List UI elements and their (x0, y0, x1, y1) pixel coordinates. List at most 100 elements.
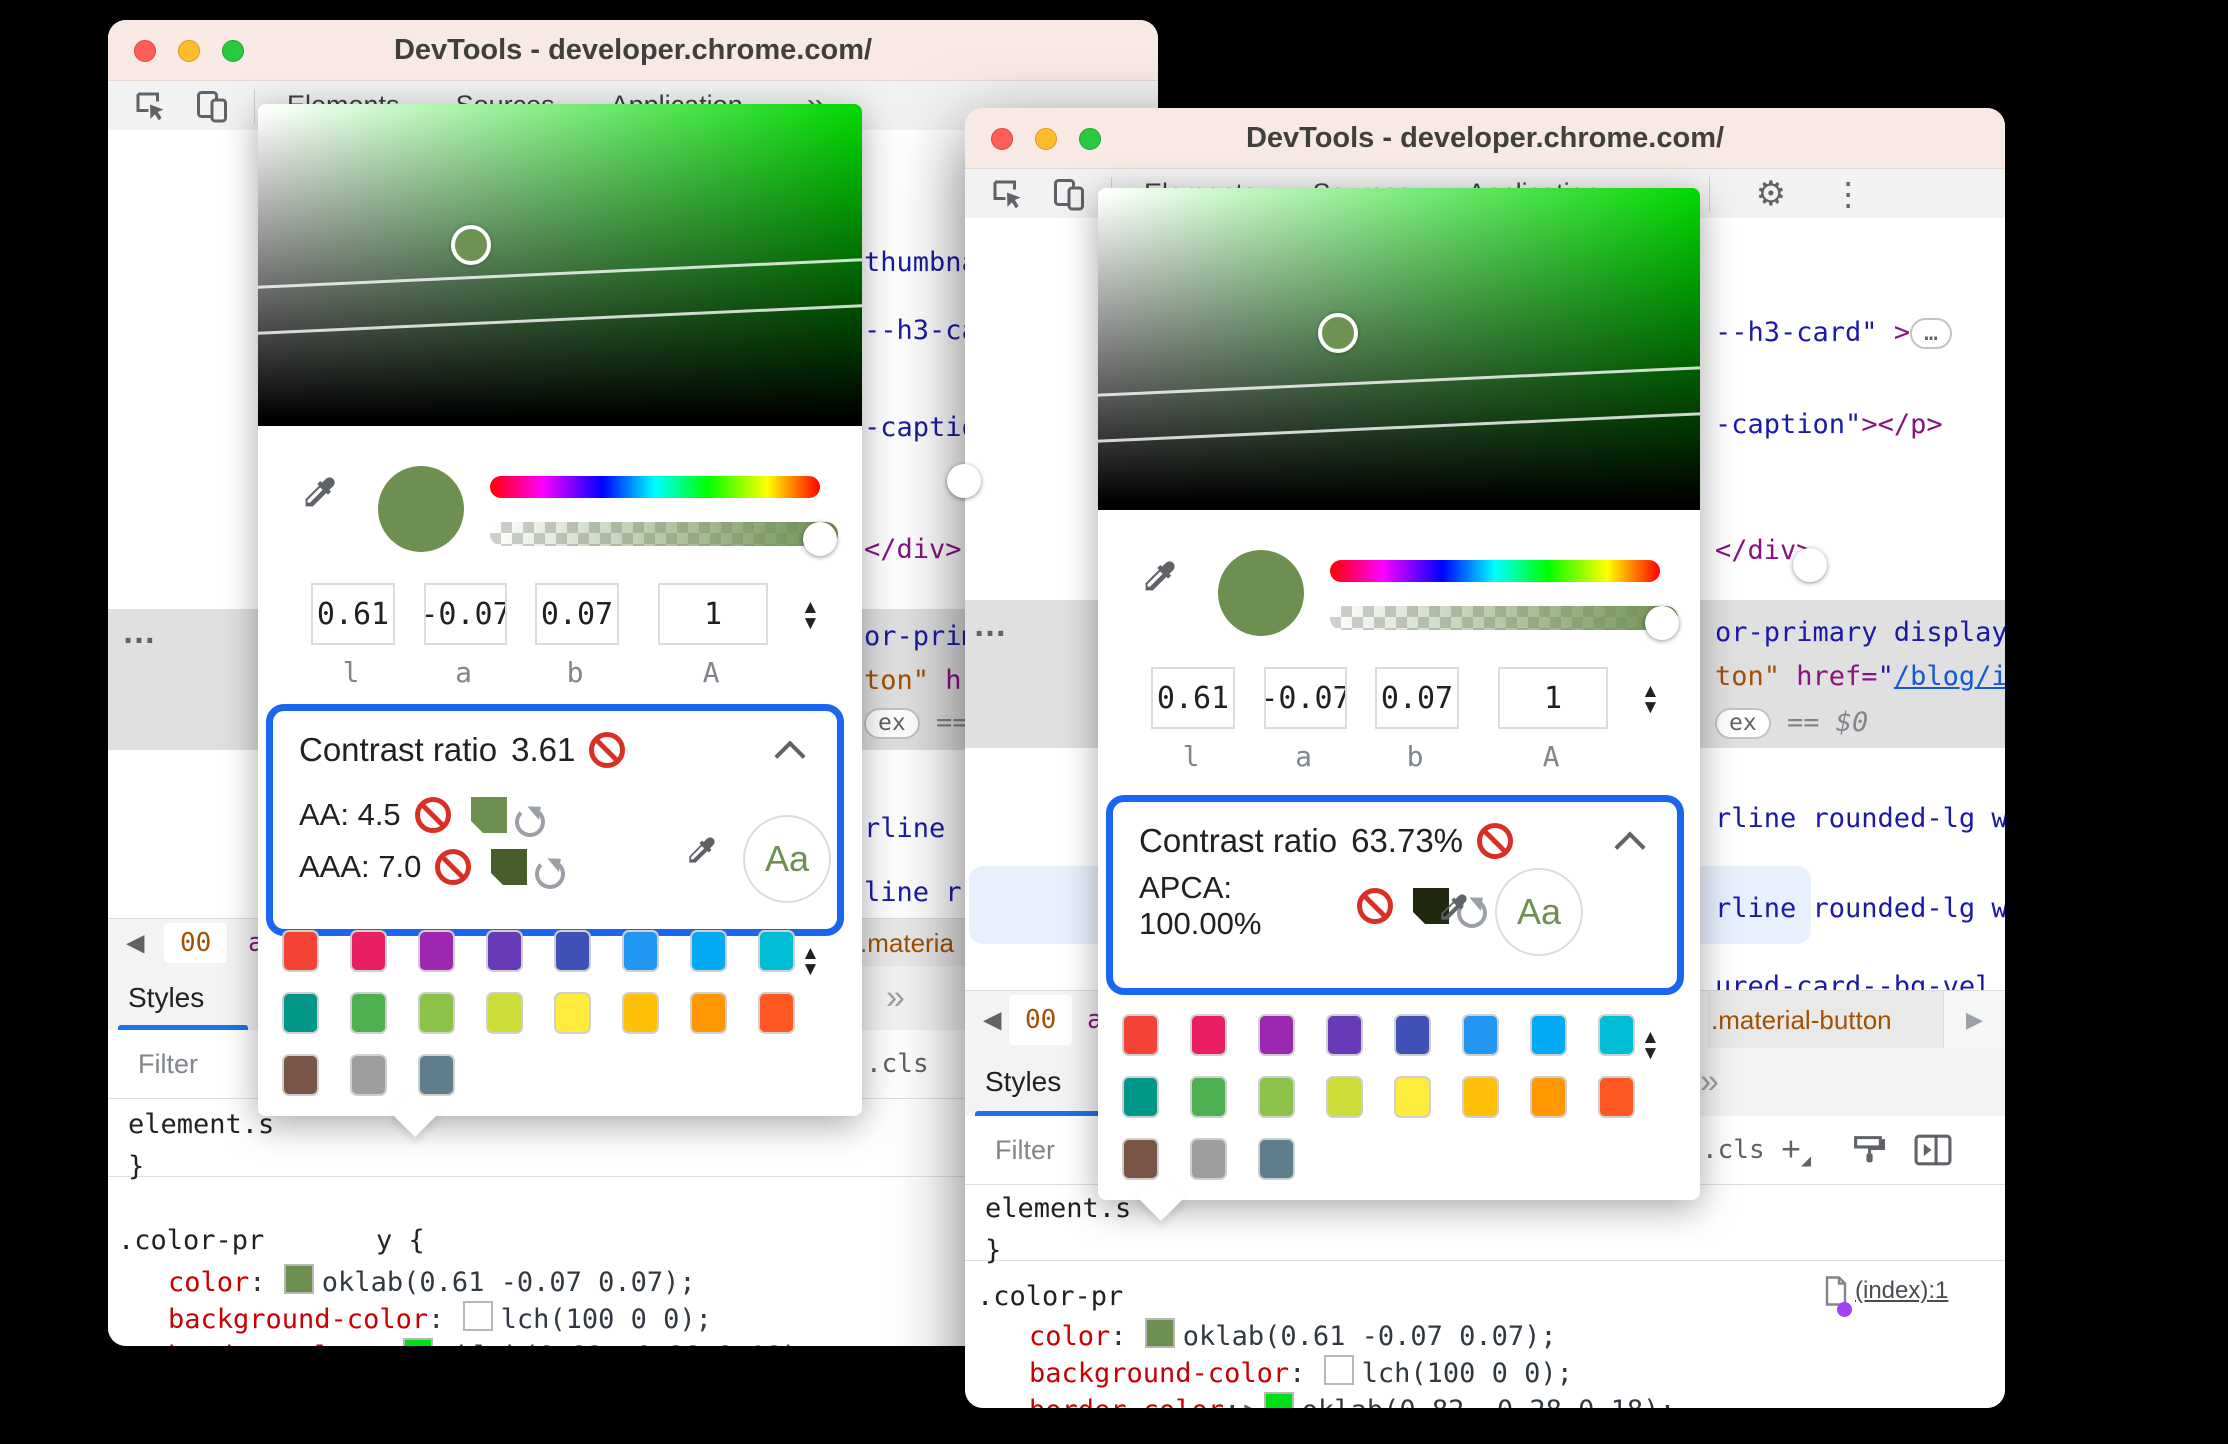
palette-swatch[interactable] (1462, 1014, 1499, 1056)
color-swatch[interactable] (1263, 1392, 1294, 1408)
more-panes-icon[interactable]: » (886, 979, 905, 1018)
inspect-element-icon[interactable] (132, 88, 168, 124)
palette-swatch[interactable] (622, 992, 659, 1034)
color-swatch[interactable] (462, 1301, 493, 1331)
palette-swatch[interactable] (690, 992, 727, 1034)
background-eyedropper-icon[interactable] (681, 831, 721, 871)
hue-knob[interactable] (1793, 548, 1827, 582)
inline-pill[interactable]: ex (864, 708, 920, 739)
inline-pill[interactable]: … (1910, 318, 1952, 349)
palette-swatch[interactable] (1190, 1138, 1227, 1180)
suggested-color-swatch[interactable] (470, 797, 507, 833)
alpha-knob[interactable] (803, 522, 837, 556)
hue-slider[interactable] (490, 464, 981, 498)
value-stepper[interactable]: ▲ ▼ (1641, 682, 1660, 717)
palette-swatch[interactable] (1530, 1014, 1567, 1056)
color-channel-input-a[interactable]: -0.07 (424, 583, 507, 645)
color-swatch[interactable] (1144, 1318, 1175, 1348)
new-style-rule-button[interactable]: + (1781, 1131, 1811, 1170)
hue-knob[interactable] (947, 464, 981, 498)
color-channel-input-A[interactable]: 1 (1498, 667, 1608, 729)
chevron-up-icon[interactable] (1614, 831, 1646, 863)
palette-swatch[interactable] (758, 930, 795, 972)
color-channel-input-a[interactable]: -0.07 (1264, 667, 1347, 729)
palette-swatch[interactable] (554, 992, 591, 1034)
background-eyedropper-icon[interactable] (1433, 888, 1473, 928)
alpha-slider[interactable] (1330, 606, 1678, 630)
palette-swatch[interactable] (1598, 1014, 1635, 1056)
palette-swatch[interactable] (690, 930, 727, 972)
palette-swatch[interactable] (1122, 1076, 1159, 1118)
palette-swatch[interactable] (1122, 1014, 1159, 1056)
source-link-text[interactable]: (index):1 (1855, 1277, 1948, 1305)
shade-gradient[interactable] (1098, 188, 1700, 510)
code-token[interactable]: /blog/i (1894, 661, 2005, 692)
breadcrumb-item-selected[interactable]: .material-button (1707, 991, 1947, 1049)
palette-swatch[interactable] (1190, 1076, 1227, 1118)
breadcrumb-item[interactable]: 00 (1009, 995, 1073, 1045)
palette-swatch[interactable] (1258, 1138, 1295, 1180)
apply-suggestion-icon[interactable] (535, 859, 566, 889)
menu-dots-icon[interactable]: ⋮ (1832, 175, 1864, 213)
palette-swatch[interactable] (418, 992, 455, 1034)
toggle-sidebar-icon[interactable] (1913, 1133, 1953, 1167)
breadcrumb-back-icon[interactable]: ◀ (126, 929, 144, 958)
palette-swatch[interactable] (1258, 1076, 1295, 1118)
palette-swatch[interactable] (1530, 1076, 1567, 1118)
color-channel-input-b[interactable]: 0.07 (535, 583, 619, 645)
rendering-emulation-icon[interactable] (1849, 1133, 1887, 1167)
collapsed-children-dots[interactable]: … (973, 606, 1011, 645)
device-toolbar-icon[interactable] (192, 88, 232, 124)
eyedropper-icon[interactable] (1136, 554, 1182, 600)
palette-swatch[interactable] (350, 930, 387, 972)
palette-swatch[interactable] (1190, 1014, 1227, 1056)
filter-input[interactable]: Filter (995, 1116, 1055, 1184)
color-channel-input-l[interactable]: 0.61 (1151, 667, 1235, 729)
color-channel-input-l[interactable]: 0.61 (311, 583, 395, 645)
palette-switcher[interactable]: ▲ ▼ (1641, 1028, 1660, 1063)
apply-suggestion-icon[interactable] (514, 807, 545, 837)
inline-pill[interactable]: ex (1715, 708, 1771, 739)
palette-swatch[interactable] (1394, 1076, 1431, 1118)
device-toolbar-icon[interactable] (1049, 176, 1089, 212)
color-swatch[interactable] (1323, 1355, 1354, 1385)
palette-swatch[interactable] (350, 992, 387, 1034)
palette-switcher[interactable]: ▲ ▼ (801, 944, 820, 979)
palette-swatch[interactable] (282, 930, 319, 972)
breadcrumb-back-icon[interactable]: ◀ (983, 1006, 1001, 1035)
eyedropper-icon[interactable] (296, 470, 342, 516)
shade-indicator[interactable] (1318, 313, 1358, 353)
color-channel-input-b[interactable]: 0.07 (1375, 667, 1459, 729)
tab-styles[interactable]: Styles (128, 966, 204, 1030)
palette-swatch[interactable] (350, 1054, 387, 1096)
palette-swatch[interactable] (1258, 1014, 1295, 1056)
collapsed-children-dots[interactable]: … (122, 613, 160, 652)
hue-slider[interactable] (1330, 548, 1827, 582)
breadcrumb-item[interactable]: 00 (164, 923, 228, 963)
palette-swatch[interactable] (486, 992, 523, 1034)
palette-swatch[interactable] (1326, 1014, 1363, 1056)
palette-swatch[interactable] (758, 992, 795, 1034)
palette-swatch[interactable] (622, 930, 659, 972)
color-swatch[interactable] (283, 1264, 314, 1294)
palette-swatch[interactable] (282, 1054, 319, 1096)
palette-swatch[interactable] (1122, 1138, 1159, 1180)
toggle-element-classes-button[interactable]: .cls (1702, 1135, 1765, 1165)
tab-styles[interactable]: Styles (985, 1048, 1061, 1116)
palette-swatch[interactable] (554, 930, 591, 972)
palette-swatch[interactable] (1394, 1014, 1431, 1056)
shade-gradient[interactable] (258, 104, 862, 426)
palette-swatch[interactable] (418, 1054, 455, 1096)
toggle-element-classes-button[interactable]: .cls (866, 1049, 929, 1079)
color-channel-input-A[interactable]: 1 (658, 583, 768, 645)
value-stepper[interactable]: ▲ ▼ (801, 598, 820, 633)
suggested-color-swatch[interactable] (491, 849, 528, 885)
more-panes-icon[interactable]: » (1700, 1063, 1719, 1102)
stylesheet-source-link[interactable]: (index):1 (1823, 1276, 1948, 1317)
alpha-slider[interactable] (490, 522, 838, 546)
palette-swatch[interactable] (486, 930, 523, 972)
palette-swatch[interactable] (418, 930, 455, 972)
palette-swatch[interactable] (1326, 1076, 1363, 1118)
palette-swatch[interactable] (282, 992, 319, 1034)
shade-indicator[interactable] (451, 225, 491, 265)
